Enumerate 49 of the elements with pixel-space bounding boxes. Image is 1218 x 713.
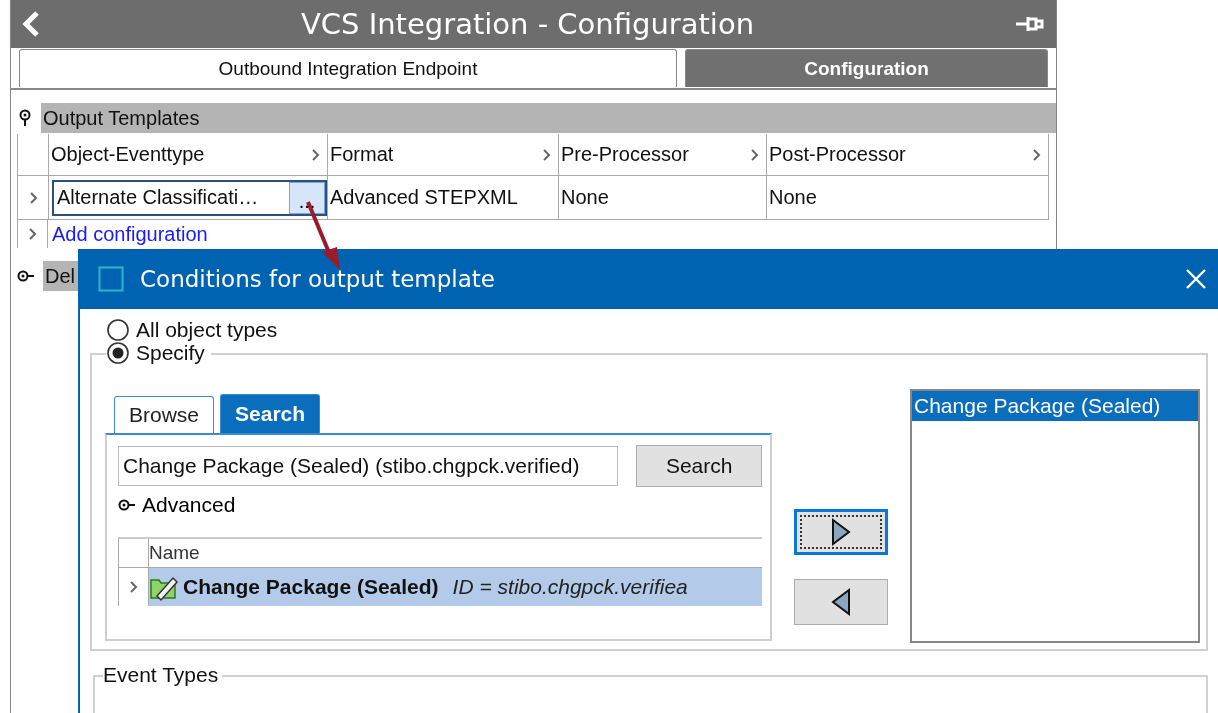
chevron-icon[interactable] (749, 146, 760, 163)
column-label: Format (330, 143, 394, 166)
object-name: Change Package (Sealed) (183, 575, 439, 599)
window-title: VCS Integration - Configuration (299, 7, 756, 41)
tab[interactable]: Search (220, 394, 321, 433)
object-id: ID = stibo.chgpck.verifiea (452, 575, 688, 599)
chevron-icon[interactable] (310, 146, 321, 163)
close-icon[interactable] (1184, 267, 1208, 291)
right-arrow-icon (829, 518, 853, 546)
back-icon[interactable] (21, 10, 41, 38)
tab[interactable]: Browse (114, 396, 215, 433)
input-field[interactable]: Alternate Classificati… ... (52, 179, 327, 216)
chevron-icon[interactable] (128, 579, 139, 595)
table-cell: None (559, 176, 767, 220)
section-header[interactable]: Output Templates (41, 103, 1056, 133)
list-item[interactable]: Change Package (Sealed) (912, 391, 1198, 421)
remove-button[interactable] (794, 579, 888, 625)
chevron-icon[interactable] (541, 146, 552, 163)
result-row[interactable]: Change Package (Sealed) ID = stibo.chgpck.verifiea (149, 568, 762, 606)
column-label: Post-Processor (769, 143, 906, 166)
dialog-title: Conditions for output template (140, 266, 496, 292)
column-header[interactable]: Object-Eventtype (49, 134, 328, 176)
browse-button[interactable]: ... (289, 181, 325, 214)
chevron-icon[interactable] (1031, 146, 1042, 163)
search-field[interactable]: Change Package (Sealed) (stibo.chgpck.verified) (118, 446, 619, 486)
table-cell: Advanced STEPXML (328, 176, 559, 220)
column-label: Object-Eventtype (51, 143, 205, 166)
square-icon (98, 266, 124, 292)
chevron-icon[interactable] (27, 226, 38, 242)
pin-icon[interactable] (118, 497, 136, 513)
chevron-icon[interactable] (27, 189, 39, 206)
radio-label: Specify (136, 341, 205, 365)
pin-icon[interactable] (17, 268, 35, 284)
column-label: Pre-Processor (561, 143, 689, 166)
add-configuration-link[interactable]: Add configuration (48, 222, 208, 246)
add-button[interactable] (794, 509, 888, 555)
column-header[interactable]: Pre-Processor (559, 134, 767, 176)
column-header[interactable]: Post-Processor (767, 134, 1049, 176)
column-header[interactable]: Format (328, 134, 559, 176)
left-arrow-icon (829, 588, 853, 616)
radio-button[interactable] (106, 318, 130, 342)
advanced-toggle[interactable]: Advanced (142, 493, 236, 517)
pin-icon[interactable] (17, 109, 33, 127)
tab[interactable]: Configuration (685, 49, 1048, 87)
search-button[interactable]: Search (636, 445, 762, 487)
radio-button[interactable] (106, 341, 130, 365)
tab[interactable]: Outbound Integration Endpoint (19, 49, 677, 87)
table-cell: None (767, 176, 1049, 220)
radio-label: All object types (136, 318, 278, 342)
